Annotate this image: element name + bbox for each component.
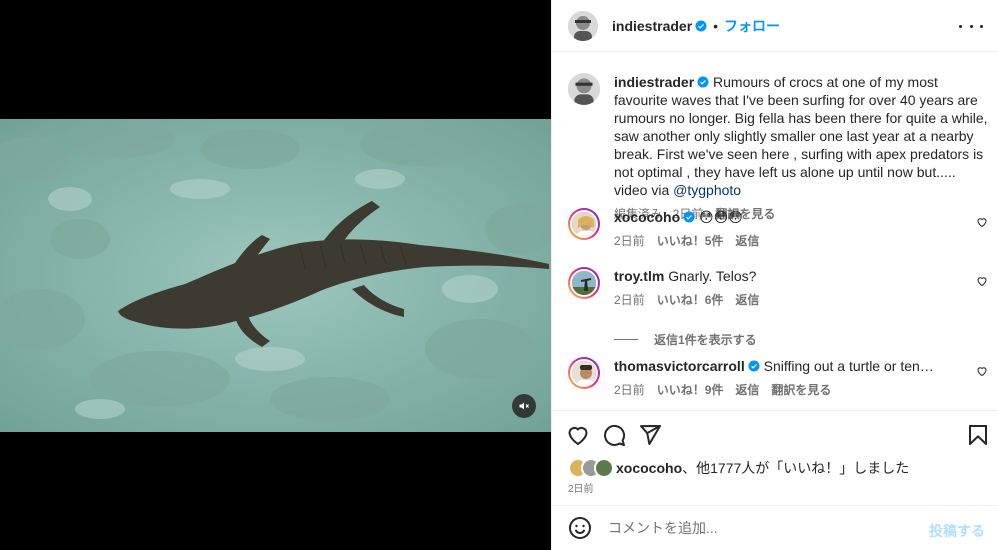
comment-time: 2日前	[614, 383, 645, 397]
likes-text[interactable]: xococoho、他1777人が「いいね！」しました	[616, 458, 909, 478]
caption-username[interactable]: indiestrader	[614, 74, 694, 90]
comment-bubble-icon[interactable]	[602, 423, 626, 447]
post-timestamp[interactable]: 2日前	[568, 480, 594, 495]
author-avatar[interactable]	[568, 10, 598, 41]
post-comment-button[interactable]: 投稿する	[929, 521, 985, 541]
likes-summary: xococoho、他1777人が「いいね！」しました	[568, 458, 909, 478]
verified-badge-icon	[748, 360, 760, 372]
heart-icon[interactable]	[566, 423, 590, 447]
post-video[interactable]	[0, 119, 551, 432]
replies-divider-line	[614, 339, 638, 340]
comment-item: xococoho 😳😳😳 2日前 いいね！5件 返信	[568, 208, 988, 250]
caption: indiestrader Rumours of crocs at one of …	[568, 73, 988, 223]
comment-meta: 2日前 いいね！6件 返信	[614, 291, 944, 309]
liker-avatar	[594, 458, 614, 478]
comment-like-heart-icon[interactable]	[976, 365, 988, 377]
comment-text: Gnarly. Telos?	[668, 268, 757, 284]
comment-time: 2日前	[614, 293, 645, 307]
comment-username[interactable]: xococoho	[614, 209, 680, 225]
comment-username[interactable]: thomasvictorcarroll	[614, 358, 745, 374]
emoji-smiley-icon[interactable]	[568, 516, 592, 540]
comment-item: troy.tlm Gnarly. Telos? 2日前 いいね！6件 返信	[568, 267, 988, 309]
likes-user[interactable]: xococoho	[616, 460, 682, 476]
author-username[interactable]: indiestrader	[612, 18, 692, 34]
add-comment-bar: 投稿する	[552, 505, 998, 550]
more-options-icon[interactable]	[959, 16, 983, 36]
comment-body: troy.tlm Gnarly. Telos? 2日前 いいね！6件 返信	[614, 267, 944, 309]
comment-text: Sniffing out a turtle or ten…	[763, 358, 934, 374]
comment-reply-button[interactable]: 返信	[735, 232, 759, 250]
comment-like-heart-icon[interactable]	[976, 275, 988, 287]
media-area	[0, 0, 551, 550]
instagram-post-modal: indiestrader • フォロー indiestrader Rumours…	[0, 0, 998, 550]
commenter-avatar[interactable]	[568, 267, 600, 299]
video-frame-crocodile	[0, 119, 551, 432]
view-replies-label: 返信1件を表示する	[654, 333, 757, 347]
comment-translate-link[interactable]: 翻訳を見る	[771, 381, 831, 399]
caption-text: Rumours of crocs at one of my most favou…	[614, 74, 988, 198]
comment-reply-button[interactable]: 返信	[735, 381, 759, 399]
follow-button[interactable]: フォロー	[724, 16, 780, 36]
comment-time: 2日前	[614, 234, 645, 248]
commenter-avatar[interactable]	[568, 357, 600, 389]
separator-dot: •	[713, 17, 719, 34]
bookmark-icon[interactable]	[966, 423, 990, 447]
comment-likes-count[interactable]: いいね！6件	[657, 291, 724, 309]
verified-badge-icon	[683, 211, 695, 223]
verified-badge-icon	[697, 76, 709, 88]
post-panel: indiestrader • フォロー indiestrader Rumours…	[551, 0, 998, 550]
caption-body: indiestrader Rumours of crocs at one of …	[614, 73, 988, 223]
likes-rest: 、他1777人が「いいね！」しました	[682, 460, 910, 476]
comment-reply-button[interactable]: 返信	[735, 291, 759, 309]
action-bar	[552, 410, 998, 458]
comment-text: 😳😳😳	[699, 209, 743, 225]
comment-like-heart-icon[interactable]	[976, 216, 988, 228]
mute-toggle-button[interactable]	[512, 394, 536, 418]
comment-username[interactable]: troy.tlm	[614, 268, 664, 284]
verified-badge-icon	[695, 20, 707, 31]
post-header: indiestrader • フォロー	[552, 0, 998, 52]
liker-avatars[interactable]	[568, 458, 614, 478]
caption-mention-link[interactable]: @tygphoto	[673, 182, 741, 198]
comment-meta: 2日前 いいね！5件 返信	[614, 232, 944, 250]
paper-plane-icon[interactable]	[638, 423, 662, 447]
comment-likes-count[interactable]: いいね！9件	[657, 381, 724, 399]
comment-body: thomasvictorcarroll Sniffing out a turtl…	[614, 357, 944, 399]
view-replies-button[interactable]: 返信1件を表示する	[614, 331, 757, 348]
comment-body: xococoho 😳😳😳 2日前 いいね！5件 返信	[614, 208, 944, 250]
comment-likes-count[interactable]: いいね！5件	[657, 232, 724, 250]
comment-item: thomasvictorcarroll Sniffing out a turtl…	[568, 357, 988, 399]
comments-section[interactable]: indiestrader Rumours of crocs at one of …	[552, 53, 998, 409]
caption-author-avatar[interactable]	[568, 73, 600, 105]
comment-input[interactable]	[608, 520, 928, 536]
commenter-avatar[interactable]	[568, 208, 600, 240]
comment-meta: 2日前 いいね！9件 返信 翻訳を見る	[614, 381, 944, 399]
muted-speaker-icon	[519, 402, 529, 410]
